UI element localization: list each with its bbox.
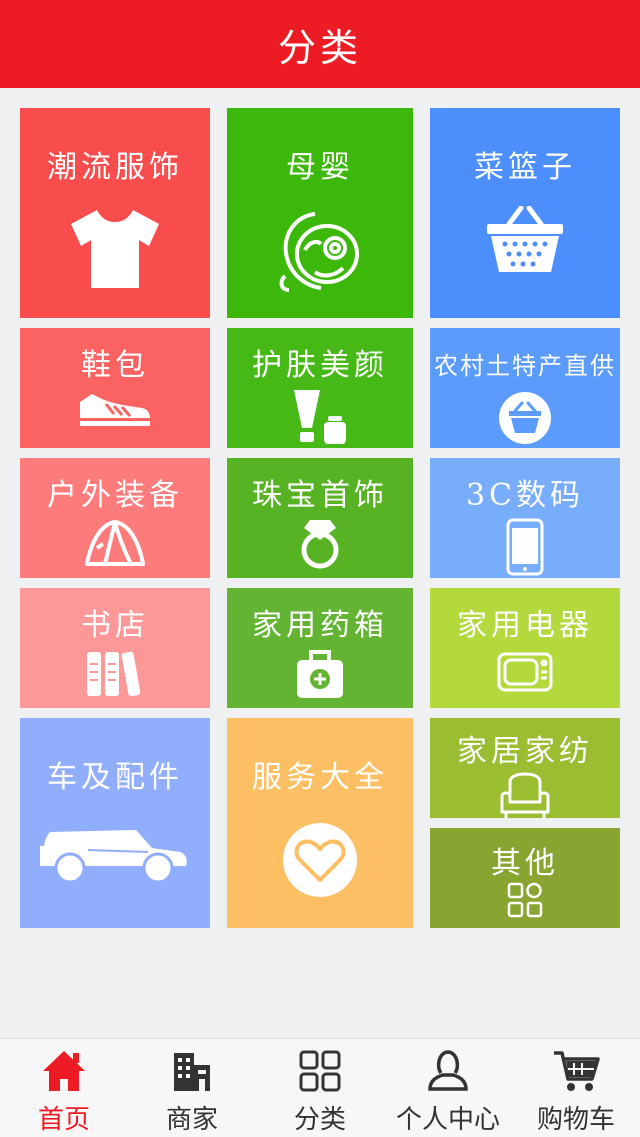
category-label: 母婴 — [286, 150, 354, 185]
category-label: 车及配件 — [47, 760, 183, 795]
tab-home[interactable]: 首页 — [0, 1039, 128, 1137]
category-tile-shoes-bags[interactable]: 鞋包 — [20, 328, 210, 448]
ring-icon — [298, 518, 342, 570]
building-icon — [170, 1049, 214, 1097]
category-tile-skincare[interactable]: 护肤美颜 — [227, 328, 413, 448]
tab-merchants[interactable]: 商家 — [128, 1039, 256, 1137]
category-tile-services[interactable]: 服务大全 — [227, 718, 413, 928]
user-icon — [426, 1049, 470, 1097]
car-icon — [40, 822, 190, 888]
baby-icon — [275, 206, 365, 296]
category-icon — [298, 1049, 342, 1097]
tv-icon — [497, 648, 553, 696]
category-tile-jewelry[interactable]: 珠宝首饰 — [227, 458, 413, 578]
armchair-icon — [498, 772, 552, 818]
category-label: 家用电器 — [457, 608, 593, 643]
medicine-box-icon — [295, 648, 345, 700]
grid-icon — [507, 882, 543, 918]
home-icon — [41, 1049, 87, 1097]
cosmetics-icon — [290, 388, 350, 446]
category-label: 鞋包 — [81, 348, 149, 383]
category-tile-outdoor[interactable]: 户外装备 — [20, 458, 210, 578]
tab-label: 商家 — [165, 1105, 218, 1135]
category-tile-3c-digital[interactable]: 3C数码 — [430, 458, 620, 578]
category-label: 珠宝首饰 — [252, 478, 388, 513]
category-label: 书店 — [81, 608, 149, 643]
category-tile-vegetable-basket[interactable]: 菜篮子 — [430, 108, 620, 318]
tshirt-icon — [67, 206, 163, 290]
category-tile-fashion[interactable]: 潮流服饰 — [20, 108, 210, 318]
category-tile-local-specialties[interactable]: 农村土特产直供 — [430, 328, 620, 448]
tab-category[interactable]: 分类 — [256, 1039, 384, 1137]
cart-icon — [552, 1049, 600, 1097]
category-label: 护肤美颜 — [252, 348, 388, 383]
category-tile-medicine-box[interactable]: 家用药箱 — [227, 588, 413, 708]
category-label: 家居家纺 — [457, 734, 593, 769]
category-label: 家用药箱 — [252, 608, 388, 643]
page-header: 分类 — [0, 0, 640, 88]
category-label: 农村土特产直供 — [434, 352, 616, 380]
phone-icon — [506, 518, 544, 576]
tab-cart[interactable]: 购物车 — [512, 1039, 640, 1137]
category-tile-home-textiles[interactable]: 家居家纺 — [430, 718, 620, 818]
category-label: 服务大全 — [252, 760, 388, 795]
category-tile-others[interactable]: 其他 — [430, 828, 620, 928]
heart-icon — [282, 822, 358, 898]
category-label: 潮流服饰 — [47, 150, 183, 185]
category-tile-baby[interactable]: 母婴 — [227, 108, 413, 318]
tab-label: 首页 — [37, 1105, 90, 1135]
basket-icon — [485, 206, 565, 276]
category-label: 其他 — [491, 846, 559, 881]
category-label: 3C数码 — [465, 478, 585, 513]
bottom-tab-bar: 首页 商家 分类 个人中心 购物车 — [0, 1038, 640, 1137]
category-tile-bookstore[interactable]: 书店 — [20, 588, 210, 708]
sneaker-icon — [78, 388, 152, 428]
tab-label: 购物车 — [536, 1105, 615, 1135]
tent-icon — [85, 518, 145, 568]
tab-profile[interactable]: 个人中心 — [384, 1039, 512, 1137]
books-icon — [85, 648, 145, 698]
category-label: 菜篮子 — [474, 150, 576, 185]
tab-label: 分类 — [293, 1105, 346, 1135]
category-tile-car-accessories[interactable]: 车及配件 — [20, 718, 210, 928]
category-tile-home-appliances[interactable]: 家用电器 — [430, 588, 620, 708]
category-label: 户外装备 — [47, 478, 183, 513]
page-title: 分类 — [277, 25, 362, 70]
tab-label: 个人中心 — [395, 1105, 500, 1135]
farm-basket-icon — [498, 391, 552, 445]
